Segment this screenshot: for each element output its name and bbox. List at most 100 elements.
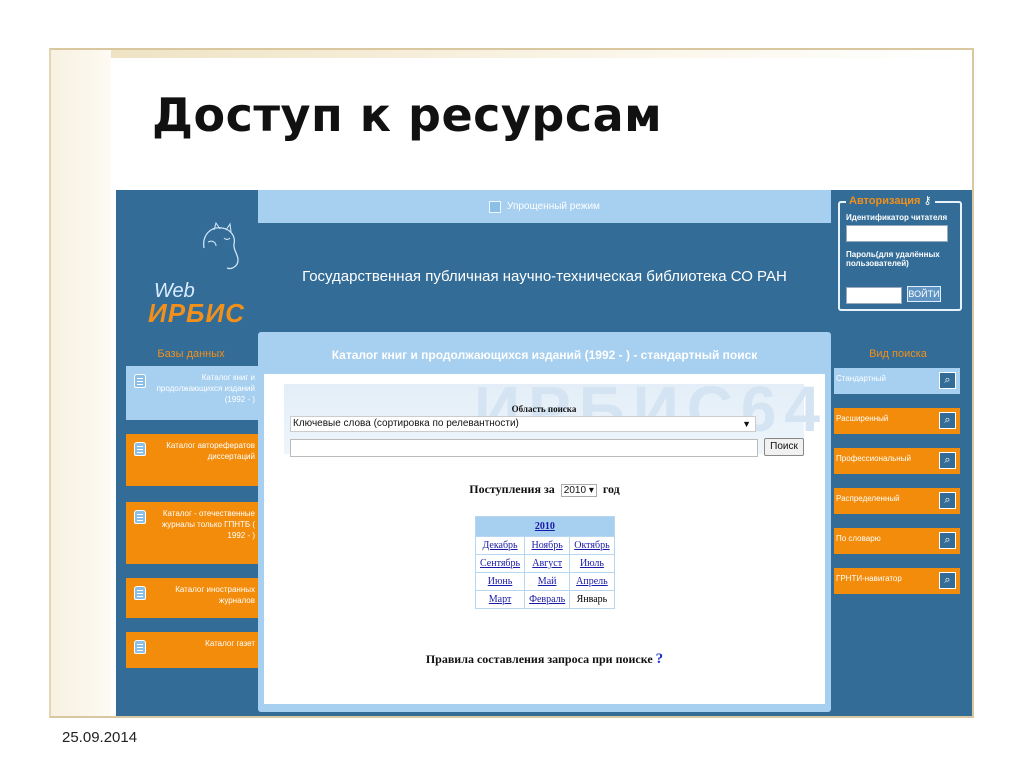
search-type-label: Стандартный: [836, 374, 886, 383]
month-link-september[interactable]: Сентябрь: [480, 558, 520, 569]
search-type-standard[interactable]: Стандартный ⌕: [834, 368, 960, 394]
search-area-value: Ключевые слова (сортировка по релевантно…: [293, 418, 519, 429]
month-link-december[interactable]: Декабрь: [482, 540, 517, 551]
arrivals-year-select[interactable]: 2010 ▾: [560, 483, 597, 497]
calendar-year-cell[interactable]: 2010: [476, 517, 614, 536]
login-button[interactable]: ВОЙТИ: [907, 286, 941, 302]
search-type-label: Расширенный: [836, 414, 889, 423]
calendar-month-cell[interactable]: Июнь: [476, 573, 525, 590]
calendar-month-cell[interactable]: Декабрь: [476, 537, 525, 554]
db-item-dissertations[interactable]: Каталог авторефератов диссертаций: [126, 434, 259, 486]
calendar-month-cell[interactable]: Октябрь: [570, 537, 614, 554]
magnifier-icon: ⌕: [939, 492, 956, 509]
arrivals-suffix: год: [602, 482, 620, 496]
search-types-heading: Вид поиска: [869, 348, 927, 360]
search-type-grnti[interactable]: ГРНТИ-навигатор ⌕: [834, 568, 960, 594]
slide-date: 25.09.2014: [62, 729, 138, 746]
slide-title: Доступ к ресурсам: [152, 88, 663, 142]
month-text-january: Январь: [576, 594, 608, 605]
search-type-extended[interactable]: Расширенный ⌕: [834, 408, 960, 434]
month-link-march[interactable]: Март: [489, 594, 512, 605]
irbis-logo[interactable]: Web ИРБИС: [134, 218, 244, 328]
search-type-label: Распределенный: [836, 494, 900, 503]
calendar-month-cell[interactable]: Апрель: [570, 573, 614, 590]
arrivals-prefix: Поступления за: [469, 482, 555, 496]
calendar-month-cell[interactable]: Март: [476, 591, 525, 608]
db-item-foreign-journals[interactable]: Каталог иностранных журналов: [126, 578, 259, 618]
authorization-title: Авторизация: [849, 195, 921, 207]
search-area-label: Область поиска: [511, 404, 577, 414]
db-item-label: Каталог иностранных журналов: [175, 585, 255, 605]
reader-id-label: Идентификатор читателя: [846, 213, 948, 222]
search-form: ИРБИС64 Область поиска Ключевые слова (с…: [284, 373, 820, 457]
web-irbis-screenshot: Web ИРБИС Упрощенный режим Государственн…: [116, 190, 972, 716]
database-icon: [134, 442, 146, 456]
dropdown-arrow-icon: ▼: [742, 419, 751, 429]
password-label: Пароль(для удалённых пользователей): [846, 250, 940, 268]
authorization-box: Авторизация ⚷ Идентификатор читателя Пар…: [838, 194, 962, 311]
db-item-newspapers[interactable]: Каталог газет: [126, 632, 259, 668]
simplified-mode-link[interactable]: Упрощенный режим: [258, 190, 831, 223]
database-icon: [134, 586, 146, 600]
calendar-month-cell[interactable]: Февраль: [525, 591, 570, 608]
snow-leopard-icon: [203, 221, 239, 270]
magnifier-icon: ⌕: [939, 412, 956, 429]
calendar-month-cell[interactable]: Июль: [570, 555, 614, 572]
month-link-july[interactable]: Июль: [580, 558, 604, 569]
help-question-icon[interactable]: ?: [656, 651, 664, 667]
calendar-month-cell[interactable]: Сентябрь: [476, 555, 525, 572]
database-icon: [134, 374, 146, 388]
password-input[interactable]: [846, 287, 902, 304]
search-panel: ИРБИС64 Область поиска Ключевые слова (с…: [264, 373, 825, 704]
dropdown-arrow-icon: ▾: [588, 484, 594, 496]
db-item-label: Каталог - отечественные журналы только Г…: [161, 509, 255, 540]
calendar-month-cell[interactable]: Август: [525, 555, 570, 572]
authorization-legend: Авторизация ⚷: [846, 194, 935, 207]
search-type-label: ГРНТИ-навигатор: [836, 574, 902, 583]
search-type-distributed[interactable]: Распределенный ⌕: [834, 488, 960, 514]
databases-heading: Базы данных: [157, 348, 225, 360]
logo-irbis-text: ИРБИС: [148, 298, 245, 328]
catalog-title: Каталог книг и продолжающихся изданий (1…: [331, 348, 758, 362]
search-type-label: Профессиональный: [836, 454, 911, 463]
month-link-november[interactable]: Ноябрь: [532, 540, 563, 551]
db-item-label: Каталог авторефератов диссертаций: [166, 441, 255, 461]
month-link-june[interactable]: Июнь: [488, 576, 513, 587]
arrivals-calendar: 2010 Декабрь Ноябрь Октябрь Сентябрь Авг…: [475, 516, 615, 609]
calendar-month-cell: Январь: [570, 591, 614, 608]
month-link-august[interactable]: Август: [532, 558, 562, 569]
arrivals-year-value: 2010: [563, 484, 587, 496]
magnifier-icon: ⌕: [939, 452, 956, 469]
query-rules-text: Правила составления запроса при поиске: [425, 652, 653, 666]
magnifier-icon: ⌕: [939, 532, 956, 549]
search-button[interactable]: Поиск: [764, 438, 804, 456]
search-type-professional[interactable]: Профессиональный ⌕: [834, 448, 960, 474]
database-icon: [134, 640, 146, 654]
month-link-february[interactable]: Февраль: [529, 594, 565, 605]
calendar-year-link[interactable]: 2010: [535, 521, 555, 532]
magnifier-icon: ⌕: [939, 372, 956, 389]
library-name: Государственная публичная научно-техниче…: [302, 268, 787, 285]
catalog-panel: Каталог книг и продолжающихся изданий (1…: [258, 332, 831, 712]
magnifier-icon: ⌕: [939, 572, 956, 589]
query-rules-line: Правила составления запроса при поиске?: [264, 651, 825, 668]
key-icon: ⚷: [923, 195, 932, 207]
db-item-label: Каталог книг и продолжающихся изданий (1…: [156, 373, 255, 404]
calendar-month-cell[interactable]: Май: [525, 573, 570, 590]
database-icon: [134, 510, 146, 524]
month-link-october[interactable]: Октябрь: [574, 540, 609, 551]
arrivals-line: Поступления за 2010 ▾ год: [264, 482, 825, 497]
db-item-books[interactable]: Каталог книг и продолжающихся изданий (1…: [126, 366, 259, 420]
monitor-icon: [489, 200, 502, 213]
calendar-month-cell[interactable]: Ноябрь: [525, 537, 570, 554]
reader-id-input[interactable]: [846, 225, 948, 242]
month-link-april[interactable]: Апрель: [576, 576, 608, 587]
db-item-label: Каталог газет: [205, 639, 255, 648]
search-area-select[interactable]: Ключевые слова (сортировка по релевантно…: [290, 416, 756, 432]
search-type-dictionary[interactable]: По словарю ⌕: [834, 528, 960, 554]
search-type-label: По словарю: [836, 534, 881, 543]
simplified-mode-label: Упрощенный режим: [507, 201, 600, 212]
db-item-domestic-journals[interactable]: Каталог - отечественные журналы только Г…: [126, 502, 259, 564]
month-link-may[interactable]: Май: [538, 576, 557, 587]
search-query-input[interactable]: [290, 439, 758, 457]
